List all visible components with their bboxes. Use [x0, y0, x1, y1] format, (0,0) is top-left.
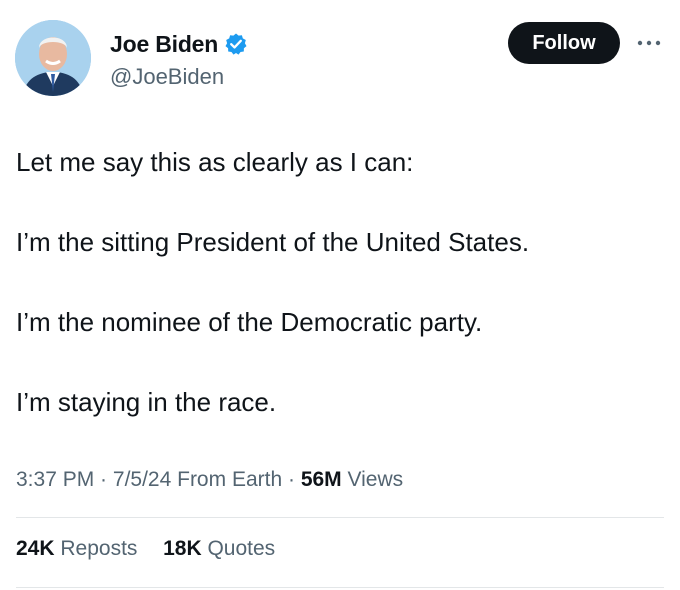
author-display-name[interactable]: Joe Biden [110, 31, 218, 58]
author-handle[interactable]: @JoeBiden [110, 64, 248, 90]
verified-badge-icon[interactable] [224, 32, 248, 56]
author-name-row: Joe Biden [110, 30, 248, 58]
tweet-paragraph: I’m staying in the race. [16, 387, 277, 417]
quotes-label: Quotes [201, 537, 276, 560]
tweet-paragraph: I’m the nominee of the Democratic party. [16, 307, 483, 337]
tweet-paragraph: I’m the sitting President of the United … [16, 227, 530, 257]
reposts-stat[interactable]: 24K Reposts [16, 537, 137, 560]
quotes-count: 18K [163, 537, 202, 560]
quotes-stat[interactable]: 18K Quotes [163, 537, 275, 560]
tweet-metadata: 3:37 PM · 7/5/24 From Earth · 56M Views [16, 468, 403, 492]
more-dots-icon[interactable] [635, 36, 663, 50]
tweet-paragraph: Let me say this as clearly as I can: [16, 147, 414, 177]
meta-separator: · [282, 468, 301, 491]
tweet-header: Joe Biden @JoeBiden Follow [0, 0, 680, 110]
divider [16, 517, 664, 518]
reposts-label: Reposts [54, 537, 138, 560]
tweet-time[interactable]: 3:37 PM [16, 468, 94, 491]
author-info: Joe Biden @JoeBiden [110, 30, 248, 90]
follow-button[interactable]: Follow [508, 22, 620, 64]
views-label: Views [341, 468, 404, 491]
tweet-date[interactable]: 7/5/24 [113, 468, 171, 491]
profile-photo-image [15, 20, 91, 96]
tweet-source: From Earth [171, 468, 283, 491]
views-count: 56M [300, 468, 342, 491]
meta-separator: · [94, 468, 113, 491]
profile-avatar[interactable] [15, 20, 91, 96]
engagement-stats: 24K Reposts 18K Quotes [16, 537, 275, 561]
divider [16, 587, 664, 588]
reposts-count: 24K [16, 537, 55, 560]
